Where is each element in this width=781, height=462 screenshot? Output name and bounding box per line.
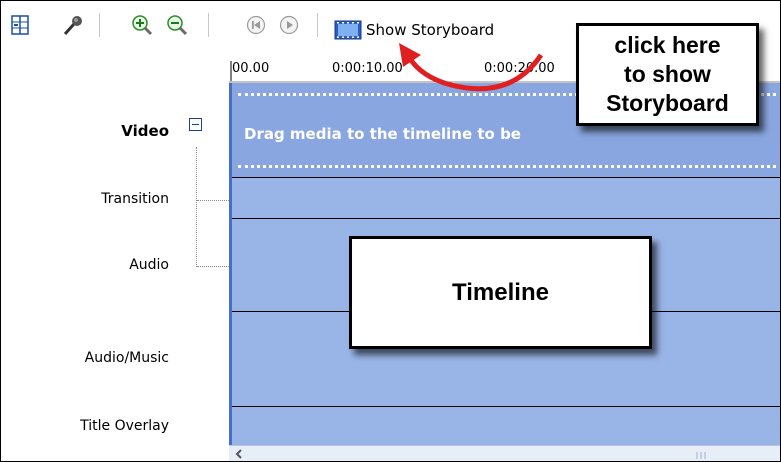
storyboard-callout-line: Storyboard bbox=[606, 90, 729, 116]
horizontal-scrollbar[interactable] bbox=[229, 445, 780, 462]
drop-zone-border bbox=[238, 165, 780, 168]
timeline-callout-text: Timeline bbox=[452, 278, 549, 306]
title-overlay-track-label: Title Overlay bbox=[80, 418, 169, 434]
track-divider bbox=[232, 406, 780, 407]
scroll-left-icon[interactable] bbox=[231, 446, 247, 462]
drag-media-hint: Drag media to the timeline to be bbox=[244, 125, 521, 143]
minus-icon bbox=[192, 124, 199, 125]
zoom-in-button[interactable] bbox=[131, 14, 153, 36]
movie-maker-timeline-panel: Show Storyboard 00.00 0:00:10.00 0:00:20… bbox=[0, 0, 781, 462]
track-divider bbox=[232, 218, 780, 219]
play-button[interactable] bbox=[278, 14, 300, 36]
collapse-video-button[interactable] bbox=[189, 118, 202, 131]
tree-connector bbox=[197, 266, 229, 267]
audio-music-track-label: Audio/Music bbox=[84, 350, 169, 366]
narrate-button[interactable] bbox=[62, 14, 84, 36]
toolbar-separator bbox=[99, 13, 100, 37]
toolbar-separator bbox=[208, 13, 209, 37]
tree-connector bbox=[197, 200, 229, 201]
storyboard-toggle-button[interactable] bbox=[9, 14, 31, 36]
toolbar-separator bbox=[317, 13, 318, 37]
storyboard-callout: click here to show Storyboard bbox=[576, 23, 759, 126]
rewind-icon bbox=[246, 15, 266, 35]
storyboard-toggle-icon bbox=[11, 15, 29, 35]
zoom-in-icon bbox=[132, 15, 153, 36]
timeline-callout: Timeline bbox=[349, 236, 652, 349]
ruler-tick-label: 00.00 bbox=[232, 61, 270, 76]
red-arrow-icon bbox=[399, 43, 544, 92]
transition-track-label: Transition bbox=[101, 191, 169, 207]
tree-connector bbox=[196, 147, 197, 267]
storyboard-callout-line: to show bbox=[624, 61, 711, 87]
audio-track-label: Audio bbox=[129, 257, 169, 273]
zoom-out-button[interactable] bbox=[166, 14, 188, 36]
track-divider bbox=[232, 177, 780, 178]
rewind-button[interactable] bbox=[245, 14, 267, 36]
scroll-grip-icon bbox=[696, 452, 706, 459]
narrate-microphone-icon bbox=[63, 16, 82, 36]
storyboard-callout-line: click here bbox=[614, 32, 721, 58]
video-track-label: Video bbox=[121, 122, 169, 140]
zoom-out-icon bbox=[167, 15, 188, 36]
play-icon bbox=[279, 15, 299, 35]
filmstrip-icon bbox=[334, 20, 362, 40]
